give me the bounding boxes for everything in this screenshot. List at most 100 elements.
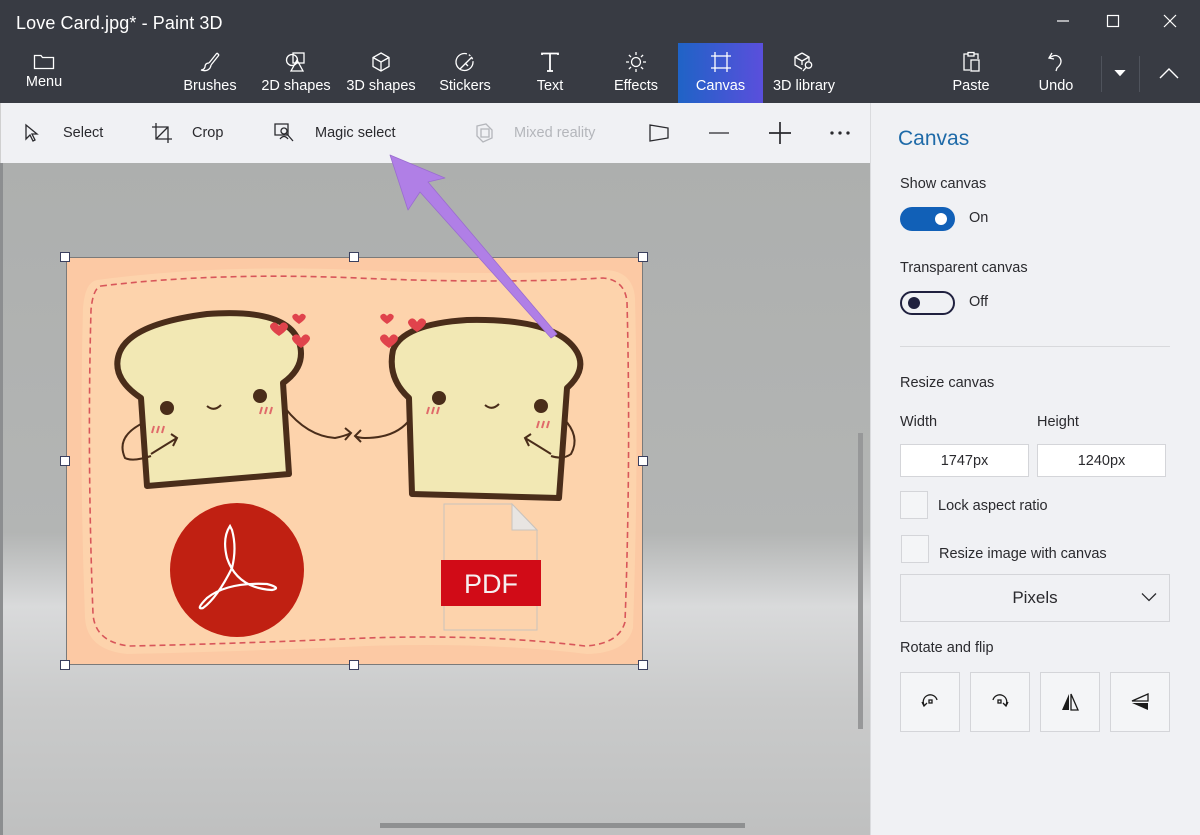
crop-icon [152, 123, 172, 143]
sun-icon [626, 52, 646, 72]
paste-label: Paste [952, 78, 990, 94]
cube-icon [372, 52, 390, 72]
resize-handle-top-right[interactable] [638, 252, 648, 262]
title-bar: Love Card.jpg* - Paint 3D Menu Brushes 2… [0, 0, 1200, 103]
window-title: Love Card.jpg* - Paint 3D [16, 13, 223, 33]
transparent-canvas-label: Transparent canvas [900, 260, 1028, 276]
resize-handle-bottom-right[interactable] [638, 660, 648, 670]
menu-button[interactable]: Menu [14, 42, 74, 102]
ribbon-separator [1101, 56, 1102, 92]
tab-label: Canvas [695, 78, 746, 94]
height-label: Height [1037, 414, 1079, 430]
minimize-button[interactable] [1040, 0, 1086, 42]
minimize-icon [1057, 20, 1069, 22]
width-input[interactable] [900, 444, 1029, 477]
tab-2d-shapes[interactable]: 2D shapes [257, 43, 335, 103]
folder-icon [33, 54, 55, 70]
units-value: Pixels [1012, 588, 1058, 607]
undo-label: Undo [1038, 78, 1074, 94]
acrobat-logo [170, 503, 304, 637]
maximize-icon [1106, 14, 1120, 28]
resize-handle-bottom[interactable] [349, 660, 359, 670]
tab-text[interactable]: Text [518, 43, 582, 103]
undo-icon [1047, 52, 1062, 72]
rotate-right-button[interactable] [970, 672, 1030, 732]
sticker-icon [455, 52, 474, 72]
resize-handle-right[interactable] [638, 456, 648, 466]
maximize-button[interactable] [1090, 0, 1136, 42]
more-options-button[interactable] [829, 103, 851, 163]
resize-handle-bottom-left[interactable] [60, 660, 70, 670]
tab-3d-shapes[interactable]: 3D shapes [342, 43, 420, 103]
flip-horizontal-icon [1062, 693, 1079, 711]
tab-brushes[interactable]: Brushes [176, 43, 244, 103]
select-label: Select [63, 125, 104, 141]
canvas-artboard[interactable]: PDF [66, 257, 643, 665]
mixed-reality-icon [476, 123, 493, 143]
panel-title: Canvas [898, 127, 970, 150]
mixed-reality-label: Mixed reality [514, 125, 596, 141]
resize-canvas-label: Resize canvas [900, 375, 995, 391]
tab-label: Brushes [183, 78, 237, 94]
resize-handle-left[interactable] [60, 456, 70, 466]
tab-label: Text [536, 78, 564, 94]
toolstrip: Select Crop Magic select Mixed reality [0, 103, 870, 163]
show-canvas-label: Show canvas [900, 176, 987, 192]
tab-stickers[interactable]: Stickers [432, 43, 498, 103]
rotate-flip-label: Rotate and flip [900, 640, 994, 656]
transparent-canvas-state: Off [969, 294, 989, 310]
rotate-left-button[interactable] [900, 672, 960, 732]
toggle-knob [935, 213, 947, 225]
zoom-in-button[interactable] [768, 103, 792, 163]
canvas-icon [710, 52, 731, 72]
tab-effects[interactable]: Effects [604, 43, 668, 103]
vertical-scrollbar[interactable] [858, 433, 863, 729]
collapse-ribbon-button[interactable] [1143, 43, 1195, 103]
close-button[interactable] [1147, 0, 1193, 42]
resize-image-checkbox[interactable] [901, 535, 929, 563]
menu-label: Menu [25, 74, 63, 90]
lock-aspect-ratio-checkbox[interactable] [900, 491, 928, 519]
zoom-out-button[interactable] [708, 103, 730, 163]
crop-tool[interactable]: Crop [151, 103, 223, 163]
resize-handle-top-left[interactable] [60, 252, 70, 262]
show-canvas-toggle[interactable] [900, 207, 955, 231]
tab-canvas[interactable]: Canvas [678, 43, 763, 103]
undo-button[interactable]: Undo [1026, 43, 1086, 103]
tab-label: 3D shapes [346, 78, 416, 94]
more-icon [830, 131, 850, 135]
flip-horizontal-button[interactable] [1040, 672, 1100, 732]
workspace[interactable]: PDF [0, 163, 870, 835]
crop-label: Crop [192, 125, 224, 141]
magic-select-label: Magic select [315, 125, 396, 141]
units-dropdown[interactable]: Pixels [900, 574, 1170, 622]
toggle-knob [908, 297, 920, 309]
chevron-down-icon [1141, 593, 1157, 602]
pdf-file-icon: PDF [441, 502, 541, 631]
tab-label: Effects [613, 78, 659, 94]
tab-3d-library[interactable]: 3D library [768, 43, 840, 103]
flip-vertical-button[interactable] [1110, 672, 1170, 732]
show-canvas-state: On [969, 210, 989, 226]
paste-button[interactable]: Paste [940, 43, 1002, 103]
minus-icon [709, 132, 729, 134]
brush-icon [200, 52, 220, 72]
rotate-left-icon [921, 694, 938, 708]
history-dropdown-button[interactable] [1103, 43, 1137, 103]
transparent-canvas-toggle[interactable] [900, 291, 955, 315]
chevron-up-icon [1159, 68, 1179, 79]
magic-select-tool[interactable]: Magic select [273, 103, 396, 163]
select-tool[interactable]: Select [23, 103, 103, 163]
height-input[interactable] [1037, 444, 1166, 477]
perspective-view-button[interactable] [648, 103, 670, 163]
panel-divider [900, 346, 1170, 347]
mixed-reality-tool[interactable]: Mixed reality [473, 103, 595, 163]
3d-library-icon [794, 52, 813, 72]
resize-image-label: Resize image with canvas [939, 546, 1107, 562]
perspective-view-icon [649, 124, 669, 142]
horizontal-scrollbar[interactable] [380, 823, 745, 828]
flip-vertical-icon [1131, 693, 1149, 710]
caret-down-icon [1114, 70, 1126, 77]
tab-label: 2D shapes [261, 78, 331, 94]
resize-handle-top[interactable] [349, 252, 359, 262]
